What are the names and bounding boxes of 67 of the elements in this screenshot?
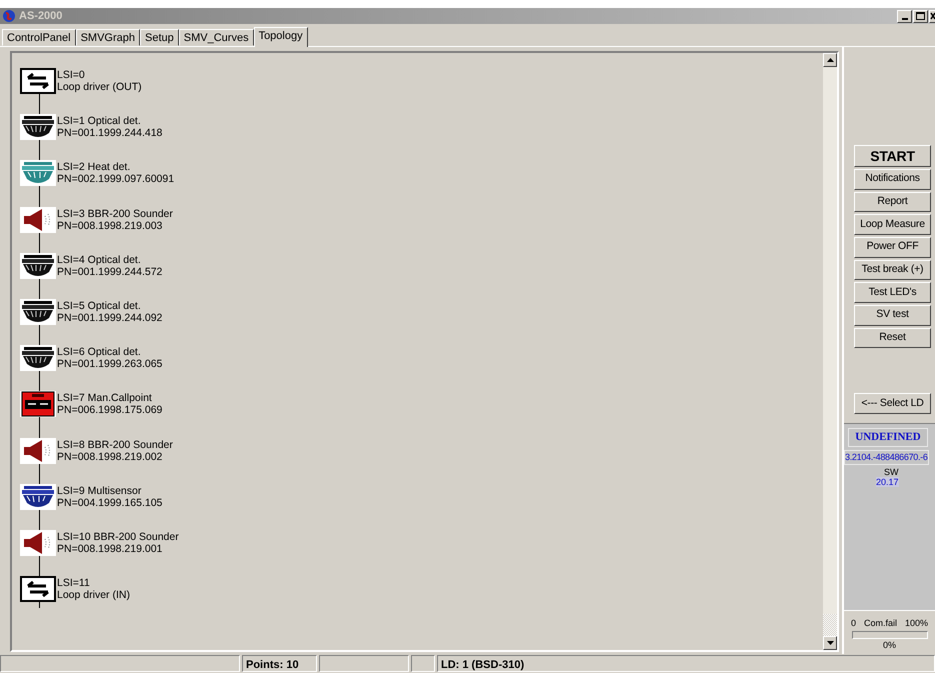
maximize-button[interactable]: [913, 10, 928, 22]
device-part-number: PN=008.1998.219.002: [57, 450, 164, 463]
device-part-number: PN=001.1999.244.572: [57, 266, 162, 278]
command-button[interactable]: Test LED's: [854, 282, 931, 304]
device-part-number: Loop driver (OUT): [57, 81, 142, 94]
device-part-number: Loop driver (IN): [57, 589, 130, 602]
device-label: LSI=8 BBR-200 Sounder: [57, 438, 173, 451]
command-button[interactable]: Reset: [854, 328, 931, 348]
command-button[interactable]: Test break (+): [854, 260, 931, 280]
minimize-button[interactable]: [897, 10, 912, 22]
id-value: 3.2104.-488486670.-6: [844, 450, 929, 466]
device-label: LSI=7 Man.Callpoint: [57, 392, 153, 404]
select-ld-button[interactable]: <--- Select LD: [854, 393, 931, 414]
command-button[interactable]: Loop Measure: [854, 214, 931, 236]
device-label: LSI=3 BBR-200 Sounder: [57, 208, 173, 220]
progress-reading: 0%: [882, 638, 896, 652]
command-button[interactable]: START: [854, 145, 931, 167]
speaker-icon: [20, 530, 56, 556]
status-panel: LD: 1 (BSD-310): [437, 655, 935, 672]
close-button[interactable]: [929, 10, 935, 22]
speaker-icon: [20, 438, 56, 464]
speaker-icon: [20, 206, 56, 233]
close-icon: [930, 10, 935, 22]
globe-icon: [2, 9, 16, 23]
device-part-number: PN=004.1999.165.105: [57, 496, 162, 509]
status-panel: Points: 10: [242, 655, 317, 672]
device-part-number: PN=001.1999.244.418: [57, 127, 162, 140]
device-label: LSI=4 Optical det.: [57, 254, 142, 266]
device-label: LSI=9 Multisensor: [57, 484, 142, 497]
min-label: 0: [850, 617, 856, 630]
device-label: LSI=11: [57, 577, 91, 590]
device-label: LSI=10 BBR-200 Sounder: [57, 530, 179, 543]
tab[interactable]: SMV_Curves: [178, 29, 254, 46]
multisensor-detector-icon: [20, 484, 56, 510]
device-part-number: PN=006.1998.175.069: [57, 404, 162, 416]
status-text: UNDEFINED: [848, 428, 928, 447]
max-label: 100%: [905, 617, 928, 630]
window-title: AS-2000: [19, 8, 62, 24]
sw-label: SW: [884, 468, 898, 478]
device-label: LSI=0: [57, 69, 86, 82]
command-button[interactable]: Power OFF: [854, 237, 931, 258]
device-part-number: PN=001.1999.263.065: [57, 358, 162, 370]
scroll-thumb[interactable]: [823, 614, 837, 636]
status-panel: [411, 655, 435, 672]
command-button[interactable]: Report: [854, 192, 931, 212]
device-label: LSI=1 Optical det.: [57, 115, 142, 128]
tab[interactable]: SMVGraph: [76, 29, 140, 46]
tab[interactable]: Setup: [140, 29, 179, 46]
device-label: LSI=6 Optical det.: [57, 346, 142, 358]
device-label: LSI=2 Heat det.: [57, 161, 132, 174]
device-label: LSI=5 Optical det.: [57, 300, 142, 312]
device-part-number: PN=002.1999.097.60091: [57, 173, 174, 186]
minimize-icon: [902, 18, 908, 20]
device-part-number: PN=008.1998.219.001: [57, 542, 164, 555]
tab[interactable]: Topology: [254, 27, 308, 47]
scroll-up-icon[interactable]: [826, 58, 834, 62]
tab[interactable]: ControlPanel: [2, 29, 76, 46]
sw-value: 20.17: [876, 477, 899, 488]
device-part-number: PN=001.1999.244.092: [57, 312, 162, 324]
maximize-icon: [916, 12, 925, 20]
device-part-number: PN=008.1998.219.003: [57, 220, 164, 232]
comfail-label: Com.fail: [864, 617, 897, 630]
command-button[interactable]: Notifications: [854, 169, 931, 190]
scroll-down-icon[interactable]: [826, 641, 834, 645]
heat-detector-icon: [20, 160, 56, 186]
vertical-scrollbar[interactable]: [823, 53, 837, 650]
command-button[interactable]: SV test: [854, 305, 931, 326]
